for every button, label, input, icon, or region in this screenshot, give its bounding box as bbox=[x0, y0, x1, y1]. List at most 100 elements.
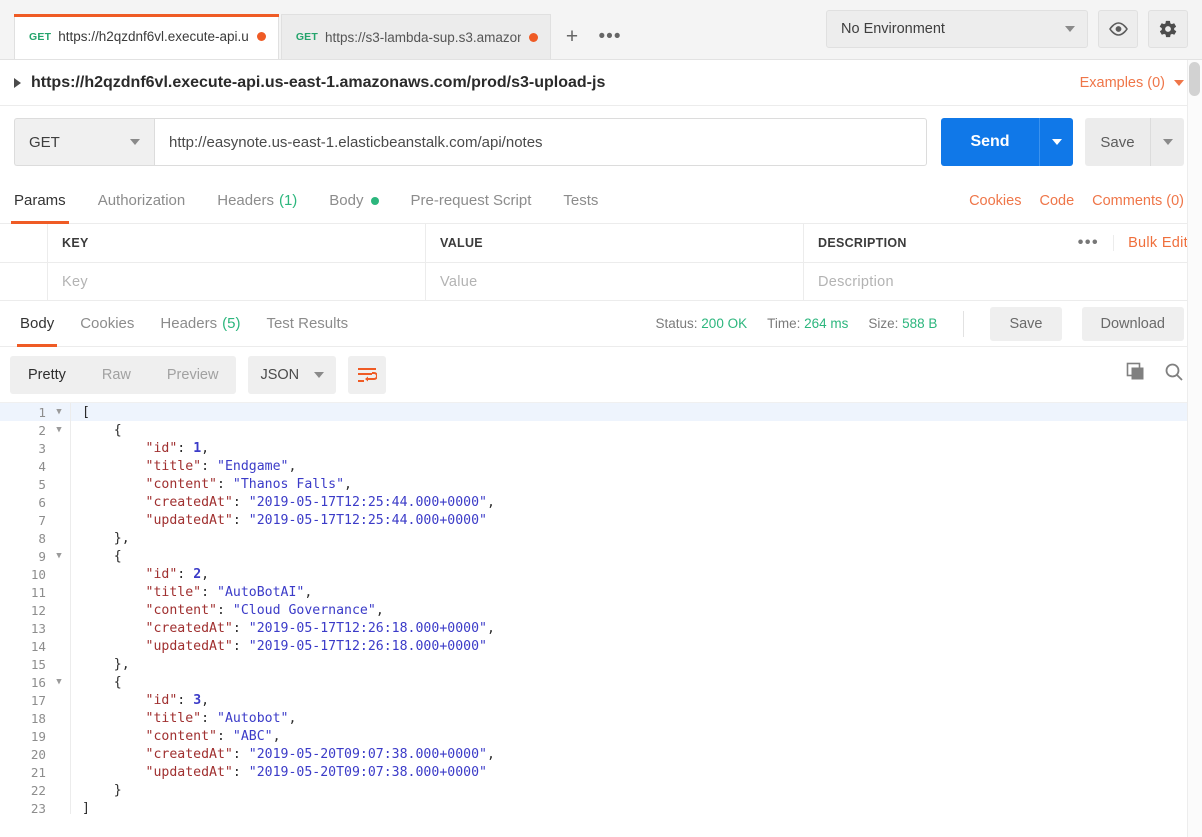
code-line-text: "updatedAt": "2019-05-20T09:07:38.000+00… bbox=[145, 764, 487, 780]
page-title: https://h2qzdnf6vl.execute-api.us-east-1… bbox=[31, 73, 606, 91]
response-download-button[interactable]: Download bbox=[1081, 306, 1184, 341]
code-link[interactable]: Code bbox=[1039, 193, 1074, 209]
column-header-key: KEY bbox=[48, 224, 426, 263]
response-tab-test-results[interactable]: Test Results bbox=[266, 301, 348, 347]
column-header-value: VALUE bbox=[426, 224, 804, 263]
line-number: 20 bbox=[30, 746, 46, 762]
environment-quick-look-button[interactable] bbox=[1098, 10, 1138, 48]
environment-selector[interactable]: No Environment bbox=[826, 10, 1088, 48]
status-value: 200 OK bbox=[701, 316, 748, 331]
code-line: 3 "id": 1, bbox=[0, 439, 1202, 457]
code-line: 6 "createdAt": "2019-05-17T12:25:44.000+… bbox=[0, 493, 1202, 511]
time-label: Time: bbox=[767, 316, 801, 331]
line-number: 21 bbox=[30, 764, 46, 780]
time-badge: Time: 264 ms bbox=[767, 316, 848, 331]
fold-toggle-icon[interactable]: ▼ bbox=[52, 677, 66, 687]
code-line: 16 ▼ { bbox=[0, 673, 1202, 691]
gutter-divider bbox=[70, 511, 78, 529]
fold-toggle-icon[interactable]: ▼ bbox=[52, 407, 66, 417]
response-save-button[interactable]: Save bbox=[990, 306, 1062, 341]
send-button[interactable]: Send bbox=[941, 118, 1039, 166]
param-value-input[interactable]: Value bbox=[426, 263, 804, 301]
table-header-row: KEY VALUE DESCRIPTION ••• Bulk Edit bbox=[0, 224, 1202, 263]
code-line: 1 ▼ [ bbox=[0, 403, 1202, 421]
view-mode-raw[interactable]: Raw bbox=[84, 356, 149, 394]
query-params-table: KEY VALUE DESCRIPTION ••• Bulk Edit Key … bbox=[0, 224, 1202, 301]
code-line-text: "createdAt": "2019-05-17T12:25:44.000+00… bbox=[145, 494, 495, 510]
response-tab-body[interactable]: Body bbox=[16, 301, 58, 347]
tab-authorization[interactable]: Authorization bbox=[98, 178, 186, 224]
response-body-tools bbox=[1126, 362, 1184, 387]
breadcrumb: https://h2qzdnf6vl.execute-api.us-east-1… bbox=[0, 60, 1202, 106]
cookies-link[interactable]: Cookies bbox=[969, 193, 1021, 209]
tab-options-icon[interactable]: ••• bbox=[591, 14, 629, 59]
line-number: 18 bbox=[30, 710, 46, 726]
comments-link[interactable]: Comments (0) bbox=[1092, 193, 1184, 209]
chevron-down-icon bbox=[1162, 139, 1173, 145]
copy-button[interactable] bbox=[1126, 362, 1146, 387]
response-format-selector[interactable]: JSON bbox=[248, 355, 337, 394]
row-checkbox-cell[interactable] bbox=[0, 263, 48, 301]
fold-toggle-icon[interactable]: ▼ bbox=[52, 551, 66, 561]
table-row: Key Value Description bbox=[0, 263, 1202, 301]
http-method-selector[interactable]: GET bbox=[14, 118, 154, 166]
request-url-input[interactable]: http://easynote.us-east-1.elasticbeansta… bbox=[154, 118, 927, 166]
gutter-divider bbox=[70, 583, 78, 601]
examples-label: Examples (0) bbox=[1079, 74, 1165, 91]
line-number: 16 bbox=[30, 674, 46, 690]
line-number: 10 bbox=[30, 566, 46, 582]
bulk-edit-button[interactable]: Bulk Edit bbox=[1113, 235, 1188, 251]
main-scrollbar-thumb[interactable] bbox=[1189, 62, 1200, 96]
response-tab-cookies[interactable]: Cookies bbox=[80, 301, 134, 347]
code-line-text: "createdAt": "2019-05-17T12:26:18.000+00… bbox=[145, 620, 495, 636]
code-line: 9 ▼ { bbox=[0, 547, 1202, 565]
settings-button[interactable] bbox=[1148, 10, 1188, 48]
word-wrap-button[interactable] bbox=[348, 355, 387, 394]
line-number: 11 bbox=[30, 584, 46, 600]
code-line-text: "id": 1, bbox=[145, 440, 210, 456]
line-number: 22 bbox=[30, 782, 46, 798]
code-line-text: "content": "Cloud Governance", bbox=[145, 602, 384, 618]
request-tab-1[interactable]: GET https://h2qzdnf6vl.execute-api.u bbox=[14, 14, 279, 59]
send-options-button[interactable] bbox=[1039, 118, 1073, 166]
code-line: 17 "id": 3, bbox=[0, 691, 1202, 709]
save-button[interactable]: Save bbox=[1085, 118, 1150, 166]
view-mode-preview[interactable]: Preview bbox=[149, 356, 237, 394]
response-tab-headers-count: (5) bbox=[222, 315, 241, 332]
expand-arrow-icon[interactable] bbox=[14, 77, 21, 88]
tab-pre-request-script[interactable]: Pre-request Script bbox=[411, 178, 532, 224]
response-meta: Status: 200 OK Time: 264 ms Size: 588 B … bbox=[655, 306, 1184, 341]
tab-headers[interactable]: Headers (1) bbox=[217, 178, 297, 224]
tab-authorization-label: Authorization bbox=[97, 192, 186, 209]
response-body-code-viewer[interactable]: 1 ▼[2 ▼ {3 "id": 1, 4 "title": "Endgame", 5 … bbox=[0, 402, 1202, 814]
code-line-text: "id": 2, bbox=[145, 566, 210, 582]
code-line-text: { bbox=[113, 422, 122, 438]
code-line-text: "updatedAt": "2019-05-17T12:25:44.000+00… bbox=[145, 512, 487, 528]
response-tab-headers[interactable]: Headers (5) bbox=[160, 301, 240, 347]
tab-pre-request-script-label: Pre-request Script bbox=[410, 192, 532, 209]
eye-icon bbox=[1108, 22, 1128, 36]
line-number: 7 bbox=[38, 512, 46, 528]
status-label: Status: bbox=[655, 316, 698, 331]
word-wrap-icon bbox=[358, 367, 378, 382]
new-tab-button[interactable]: + bbox=[553, 14, 591, 59]
main-scrollbar[interactable] bbox=[1187, 60, 1202, 837]
code-line-text: "createdAt": "2019-05-20T09:07:38.000+00… bbox=[145, 746, 495, 762]
search-button[interactable] bbox=[1164, 362, 1184, 387]
environment-selector-label: No Environment bbox=[841, 21, 945, 37]
gutter-divider bbox=[70, 439, 78, 457]
save-options-button[interactable] bbox=[1150, 118, 1184, 166]
examples-dropdown[interactable]: Examples (0) bbox=[1080, 75, 1184, 91]
line-number: 4 bbox=[38, 458, 46, 474]
tab-params[interactable]: Params bbox=[11, 178, 69, 224]
request-tab-2[interactable]: GET https://s3-lambda-sup.s3.amazon bbox=[280, 14, 551, 59]
fold-toggle-icon[interactable]: ▼ bbox=[52, 425, 66, 435]
view-mode-pretty[interactable]: Pretty bbox=[10, 356, 84, 394]
header-checkbox-cell bbox=[0, 224, 48, 263]
gutter-divider bbox=[70, 637, 78, 655]
table-options-icon[interactable]: ••• bbox=[1064, 234, 1113, 252]
param-key-input[interactable]: Key bbox=[48, 263, 426, 301]
param-description-input[interactable]: Description bbox=[804, 263, 1202, 301]
tab-body[interactable]: Body bbox=[329, 178, 379, 224]
tab-tests[interactable]: Tests bbox=[563, 178, 598, 224]
